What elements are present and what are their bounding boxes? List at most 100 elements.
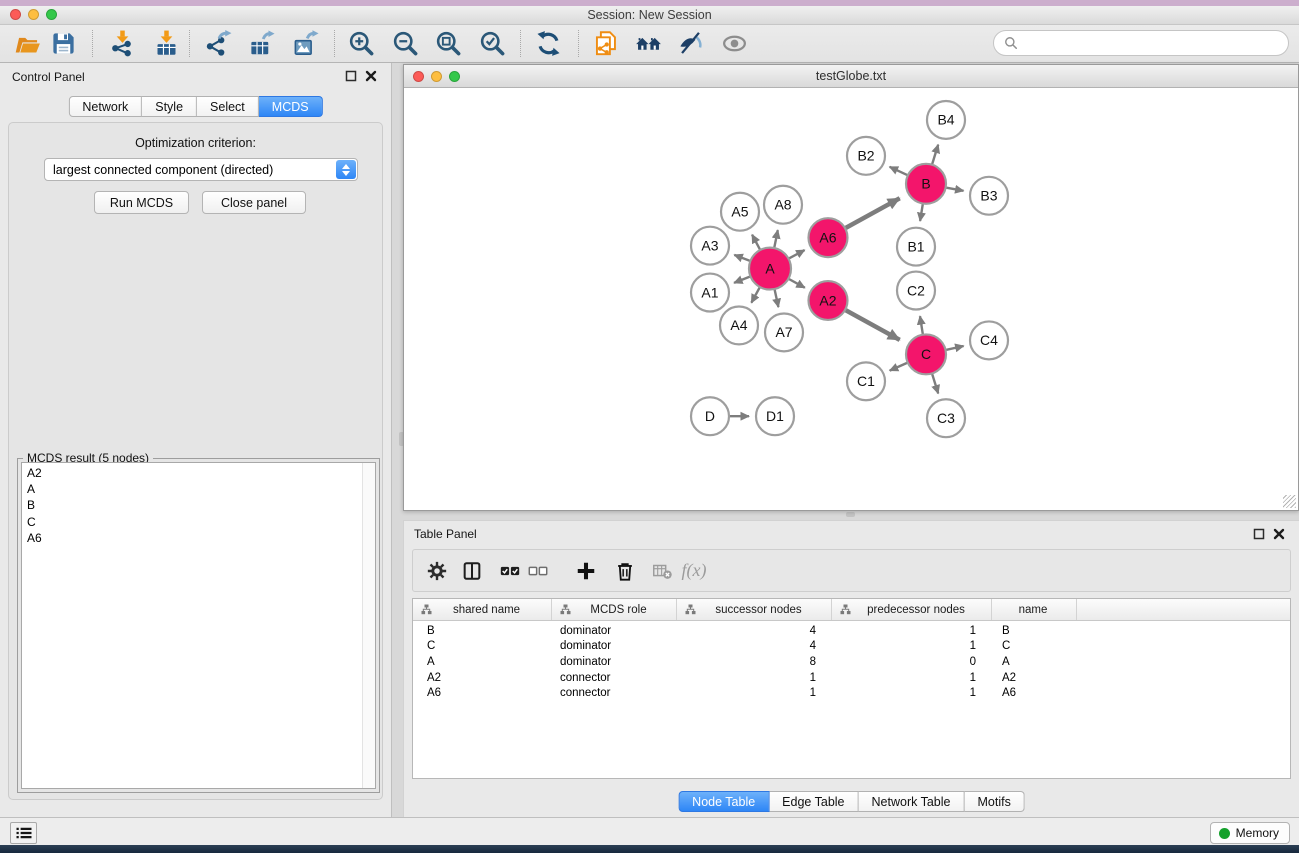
node-C1[interactable]: C1 xyxy=(847,362,885,400)
node-C3[interactable]: C3 xyxy=(927,399,965,437)
node-B[interactable]: B xyxy=(906,164,946,204)
criterion-select[interactable]: largest connected component (directed) xyxy=(44,158,358,181)
node-D1[interactable]: D1 xyxy=(756,397,794,435)
result-item[interactable]: B xyxy=(27,497,359,513)
search-box[interactable] xyxy=(993,30,1289,56)
table-options-button[interactable] xyxy=(422,556,452,586)
column-header-shared-name[interactable]: shared name xyxy=(413,599,552,620)
float-panel-button[interactable] xyxy=(344,70,357,83)
node-B3[interactable]: B3 xyxy=(970,177,1008,215)
zoom-out-button[interactable] xyxy=(389,28,421,60)
tab-network-table[interactable]: Network Table xyxy=(859,791,965,812)
hide-graphics-details-button[interactable] xyxy=(674,28,706,60)
node-A[interactable]: A xyxy=(749,248,791,290)
column-header-successor-nodes[interactable]: successor nodes xyxy=(677,599,832,620)
node-C4[interactable]: C4 xyxy=(970,321,1008,359)
node-A1[interactable]: A1 xyxy=(691,274,729,312)
node-A3[interactable]: A3 xyxy=(691,227,729,265)
node-A8[interactable]: A8 xyxy=(764,186,802,224)
import-network-button[interactable] xyxy=(106,28,138,60)
close-panel-button[interactable] xyxy=(364,70,377,83)
node-C2[interactable]: C2 xyxy=(897,272,935,310)
table-row[interactable]: A2connector11A2 xyxy=(413,670,1290,686)
new-session-from-network-button[interactable] xyxy=(590,28,622,60)
zoom-in-button[interactable] xyxy=(345,28,377,60)
column-header-predecessor-nodes[interactable]: predecessor nodes xyxy=(832,599,992,620)
zoom-selected-icon xyxy=(479,30,506,57)
result-item[interactable]: A2 xyxy=(27,465,359,481)
home-button[interactable] xyxy=(632,28,664,60)
node-A2[interactable]: A2 xyxy=(809,281,848,320)
search-input[interactable] xyxy=(1024,36,1278,50)
node-C[interactable]: C xyxy=(906,334,946,374)
network-canvas[interactable]: B4 B2 B B3 A8A5 A6 B1 A3 A A1 C2 A2 A4A7 C4 C C1 C3 D D1 xyxy=(404,88,1298,510)
export-network-button[interactable] xyxy=(202,28,234,60)
edge-C-C2[interactable] xyxy=(920,316,923,336)
edge-A6-B[interactable] xyxy=(843,198,899,229)
node-A5[interactable]: A5 xyxy=(721,193,759,231)
edge-A2-C[interactable] xyxy=(843,309,899,340)
node-A7[interactable]: A7 xyxy=(765,313,803,351)
export-table-button[interactable] xyxy=(245,28,277,60)
network-window-title: testGlobe.txt xyxy=(404,65,1298,88)
toolbar-separator xyxy=(92,30,93,57)
tab-edge-table[interactable]: Edge Table xyxy=(769,791,858,812)
result-item[interactable]: A6 xyxy=(27,530,359,546)
cell-mcds-role: dominator xyxy=(552,625,677,637)
tab-style[interactable]: Style xyxy=(142,96,197,117)
delete-column-button[interactable] xyxy=(647,556,677,586)
node-A6[interactable]: A6 xyxy=(809,218,848,257)
export-image-button[interactable] xyxy=(289,28,321,60)
tab-select[interactable]: Select xyxy=(197,96,259,117)
edge-C-C4[interactable] xyxy=(944,346,964,350)
tab-network[interactable]: Network xyxy=(68,96,142,117)
node-B2[interactable]: B2 xyxy=(847,137,885,175)
table-panel-title: Table Panel xyxy=(414,527,477,541)
delete-values-button[interactable] xyxy=(610,556,640,586)
node-A4[interactable]: A4 xyxy=(720,306,758,344)
function-builder-button[interactable]: f(x) xyxy=(679,556,709,586)
deselect-all-button[interactable] xyxy=(523,556,553,586)
horizontal-splitter-grip[interactable] xyxy=(846,512,855,517)
task-history-button[interactable] xyxy=(10,822,37,844)
tab-motifs[interactable]: Motifs xyxy=(964,791,1024,812)
node-B4[interactable]: B4 xyxy=(927,101,965,139)
tab-node-table[interactable]: Node Table xyxy=(678,791,769,812)
select-all-button[interactable] xyxy=(495,556,525,586)
import-table-button[interactable] xyxy=(150,28,182,60)
open-session-button[interactable] xyxy=(11,28,43,60)
tab-mcds[interactable]: MCDS xyxy=(259,96,323,117)
table-row[interactable]: Bdominator41B xyxy=(413,623,1290,639)
edge-A-A7[interactable] xyxy=(774,287,778,307)
refresh-button[interactable] xyxy=(532,28,564,60)
result-item[interactable]: A xyxy=(27,481,359,497)
columns-icon xyxy=(461,560,483,582)
run-mcds-button[interactable]: Run MCDS xyxy=(94,191,189,214)
zoom-fit-button[interactable] xyxy=(432,28,464,60)
node-D[interactable]: D xyxy=(691,397,729,435)
edge-C-C1[interactable] xyxy=(890,362,910,371)
edge-C-C3[interactable] xyxy=(931,372,938,394)
window-resize-grip[interactable] xyxy=(1283,495,1296,508)
table-row[interactable]: Cdominator41C xyxy=(413,639,1290,655)
table-row[interactable]: A6connector11A6 xyxy=(413,685,1290,701)
column-header-name[interactable]: name xyxy=(992,599,1077,620)
show-view-button[interactable] xyxy=(718,28,750,60)
column-header-mcds-role[interactable]: MCDS role xyxy=(552,599,677,620)
edge-B-B4[interactable] xyxy=(931,145,938,167)
mcds-result-list[interactable]: A2ABCA6 xyxy=(21,462,376,789)
zoom-selected-button[interactable] xyxy=(476,28,508,60)
close-table-panel-button[interactable] xyxy=(1272,528,1285,541)
save-session-button[interactable] xyxy=(47,28,79,60)
toolbar-separator xyxy=(189,30,190,57)
add-column-button[interactable] xyxy=(571,556,601,586)
float-table-panel-button[interactable] xyxy=(1252,528,1265,541)
node-B1[interactable]: B1 xyxy=(897,228,935,266)
result-scrollbar[interactable] xyxy=(362,463,375,788)
close-panel-button-2[interactable]: Close panel xyxy=(202,191,306,214)
result-item[interactable]: C xyxy=(27,514,359,530)
show-columns-button[interactable] xyxy=(457,556,487,586)
edge-B-B2[interactable] xyxy=(890,167,910,176)
memory-button[interactable]: Memory xyxy=(1210,822,1290,844)
table-row[interactable]: Adominator80A xyxy=(413,654,1290,670)
